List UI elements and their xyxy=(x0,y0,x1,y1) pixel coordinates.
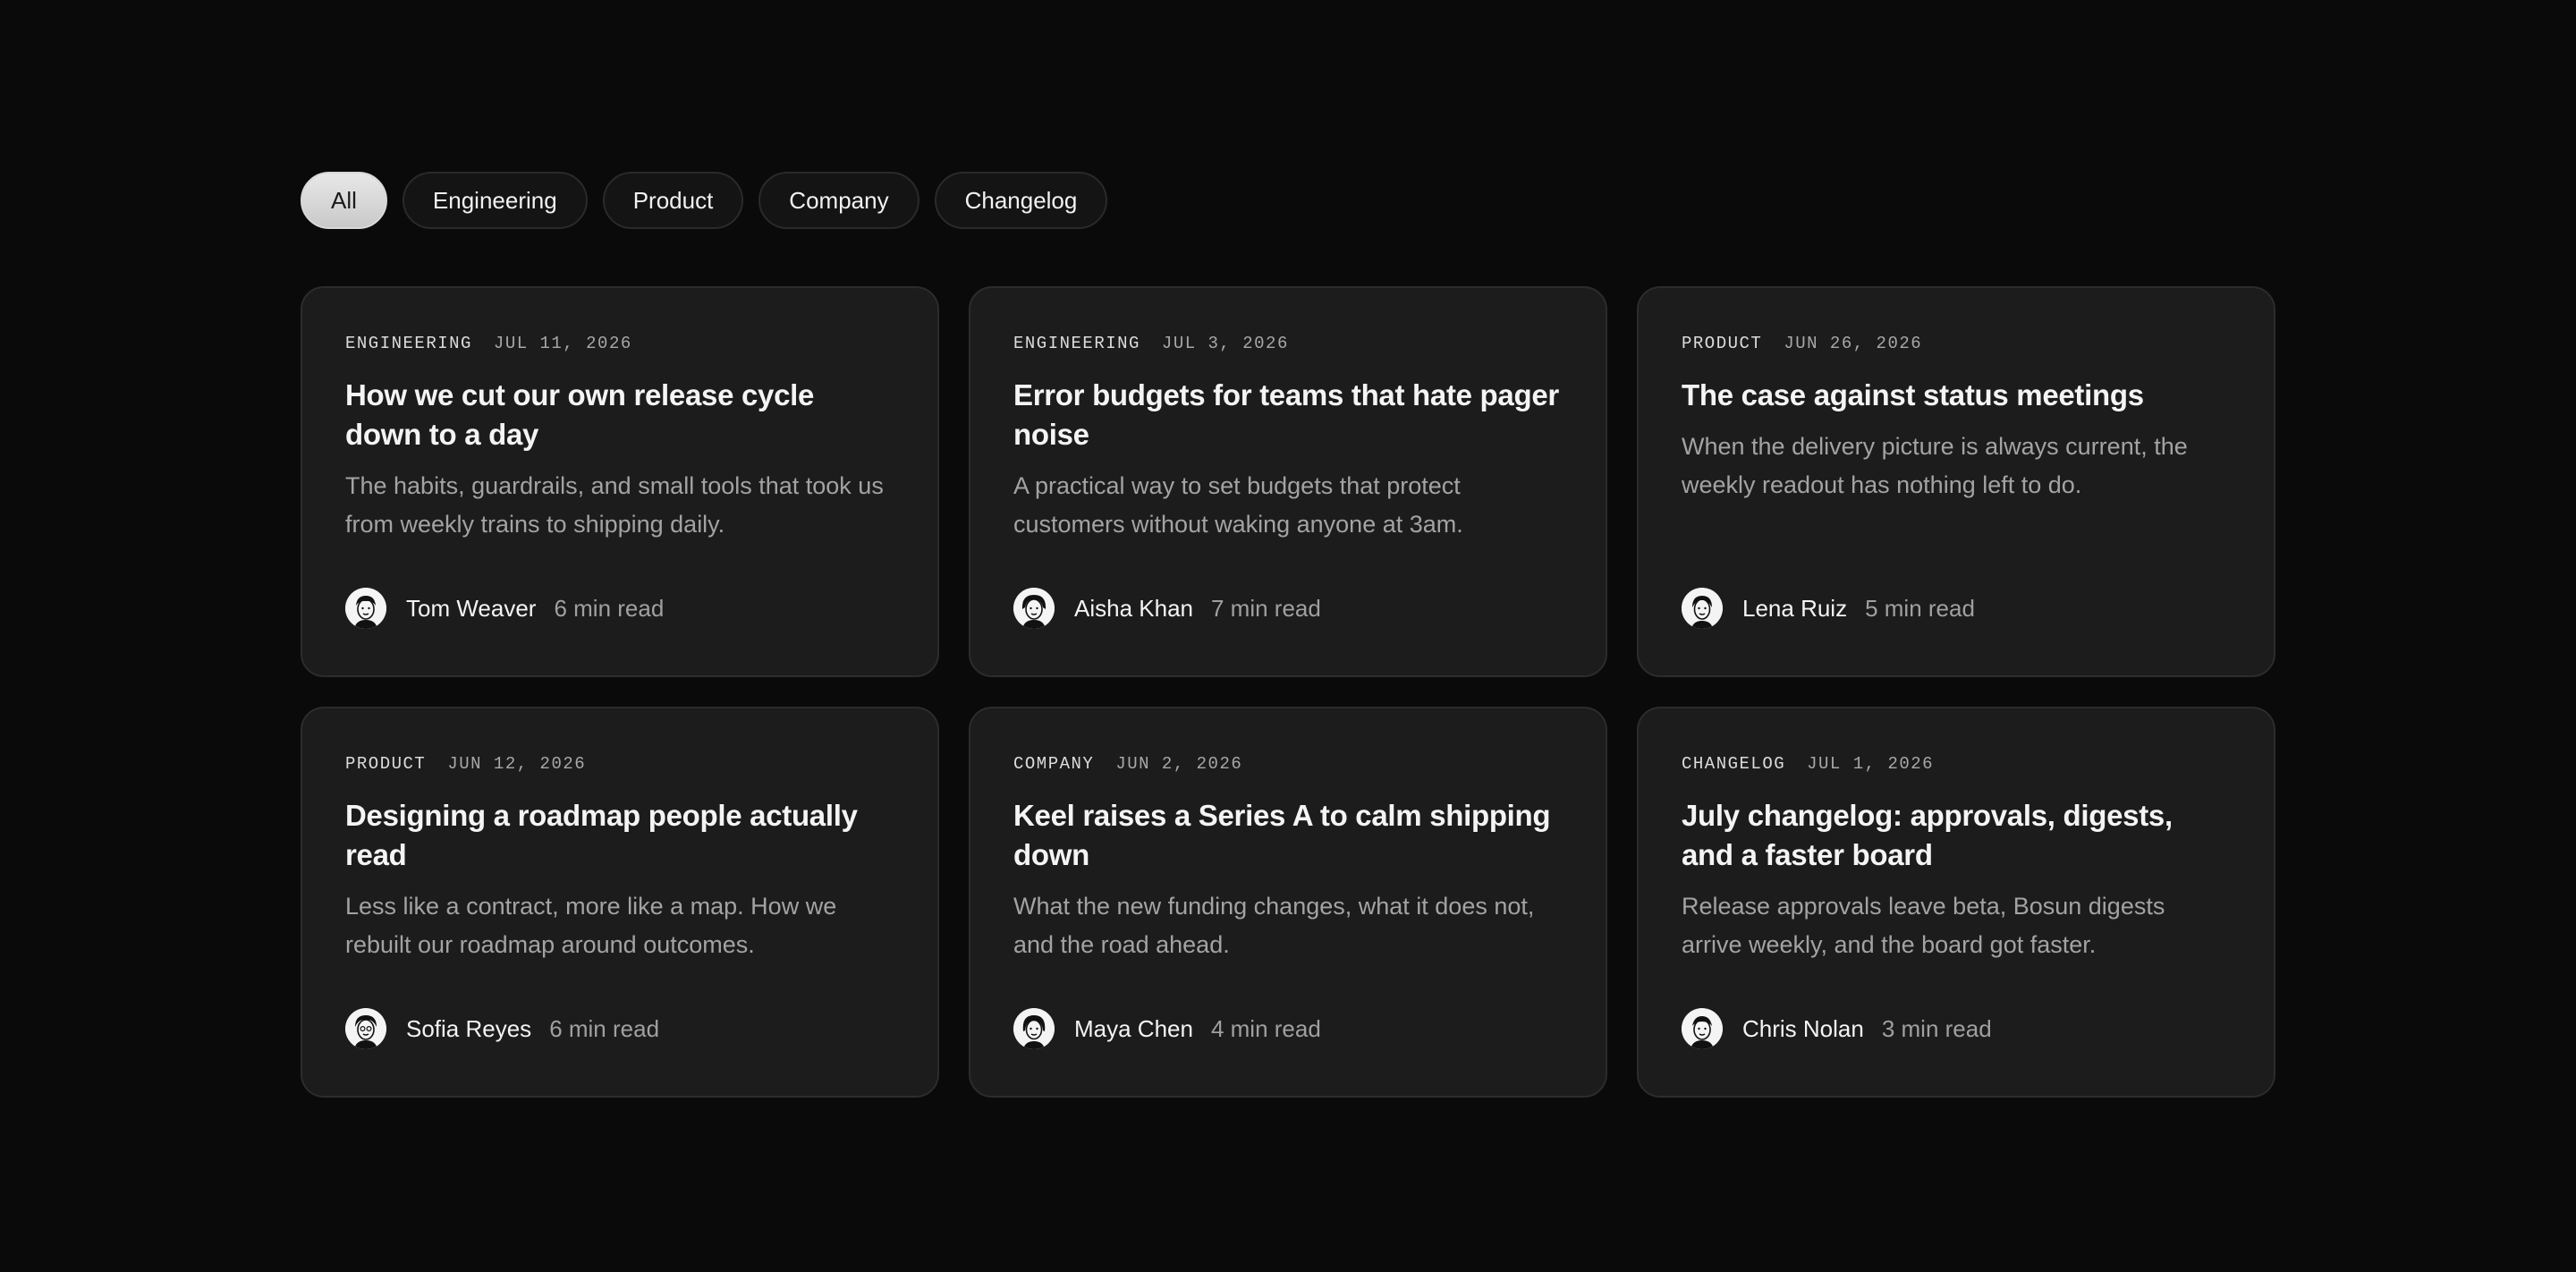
post-excerpt: The habits, guardrails, and small tools … xyxy=(345,472,884,538)
read-time: 6 min read xyxy=(549,1014,660,1042)
post-meta: PRODUCT JUN 26, 2026 xyxy=(1682,333,2231,354)
avatar-illustration-icon xyxy=(1013,588,1055,629)
filter-changelog[interactable]: Changelog xyxy=(934,172,1108,229)
post-title[interactable]: July changelog: approvals, digests, and … xyxy=(1682,796,2231,875)
post-date: JUL 3, 2026 xyxy=(1161,334,1289,353)
category-filter-bar: All Engineering Product Company Changelo… xyxy=(301,172,2275,229)
post-title[interactable]: The case against status meetings xyxy=(1682,376,2231,415)
author-name: Lena Ruiz xyxy=(1742,594,1848,622)
read-time: 6 min read xyxy=(554,594,665,622)
author-name: Tom Weaver xyxy=(406,594,537,622)
read-time: 3 min read xyxy=(1881,1014,1992,1042)
author-name: Sofia Reyes xyxy=(406,1014,532,1042)
post-card[interactable]: COMPANY JUN 2, 2026 Keel raises a Series… xyxy=(969,707,1607,1098)
post-date: JUN 2, 2026 xyxy=(1115,754,1243,774)
post-date: JUN 26, 2026 xyxy=(1784,334,1923,353)
author-name: Chris Nolan xyxy=(1742,1014,1864,1042)
post-meta: COMPANY JUN 2, 2026 xyxy=(1013,753,1563,775)
avatar-illustration-icon xyxy=(1682,588,1723,629)
avatar-illustration-icon xyxy=(345,1008,386,1049)
post-excerpt: What the new funding changes, what it do… xyxy=(1013,893,1535,958)
avatar-illustration-icon xyxy=(1682,1008,1723,1049)
post-date: JUL 11, 2026 xyxy=(493,334,632,353)
author-name: Aisha Khan xyxy=(1074,594,1193,622)
post-excerpt: Less like a contract, more like a map. H… xyxy=(345,893,837,958)
post-meta: PRODUCT JUN 12, 2026 xyxy=(345,753,894,775)
post-excerpt: Release approvals leave beta, Bosun dige… xyxy=(1682,893,2165,958)
post-category: COMPANY xyxy=(1013,754,1095,774)
post-date: JUL 1, 2026 xyxy=(1807,754,1935,774)
post-title[interactable]: How we cut our own release cycle down to… xyxy=(345,376,894,454)
read-time: 7 min read xyxy=(1210,594,1321,622)
post-meta: ENGINEERING JUL 3, 2026 xyxy=(1013,333,1563,354)
post-category: PRODUCT xyxy=(345,754,427,774)
read-time: 4 min read xyxy=(1210,1014,1321,1042)
post-category: ENGINEERING xyxy=(1013,334,1140,353)
author-name: Maya Chen xyxy=(1074,1014,1193,1042)
post-card[interactable]: PRODUCT JUN 12, 2026 Designing a roadmap… xyxy=(301,707,939,1098)
avatar-illustration-icon xyxy=(1013,1008,1055,1049)
post-title[interactable]: Error budgets for teams that hate pager … xyxy=(1013,376,1563,454)
post-author: Chris Nolan 3 min read xyxy=(1682,1008,1992,1049)
post-category: PRODUCT xyxy=(1682,334,1763,353)
read-time: 5 min read xyxy=(1865,594,1975,622)
filter-company[interactable]: Company xyxy=(758,172,919,229)
post-grid: ENGINEERING JUL 11, 2026 How we cut our … xyxy=(301,286,2275,1098)
post-excerpt: When the delivery picture is always curr… xyxy=(1682,433,2188,498)
post-card[interactable]: CHANGELOG JUL 1, 2026 July changelog: ap… xyxy=(1637,707,2275,1098)
post-author: Aisha Khan 7 min read xyxy=(1013,588,1321,629)
post-meta: ENGINEERING JUL 11, 2026 xyxy=(345,333,894,354)
post-author: Tom Weaver 6 min read xyxy=(345,588,664,629)
filter-product[interactable]: Product xyxy=(602,172,744,229)
post-title[interactable]: Keel raises a Series A to calm shipping … xyxy=(1013,796,1563,875)
post-card[interactable]: ENGINEERING JUL 11, 2026 How we cut our … xyxy=(301,286,939,677)
post-author: Sofia Reyes 6 min read xyxy=(345,1008,659,1049)
post-excerpt: A practical way to set budgets that prot… xyxy=(1013,472,1463,538)
blog-index: All Engineering Product Company Changelo… xyxy=(301,172,2275,1098)
post-meta: CHANGELOG JUL 1, 2026 xyxy=(1682,753,2231,775)
post-category: CHANGELOG xyxy=(1682,754,1786,774)
post-card[interactable]: PRODUCT JUN 26, 2026 The case against st… xyxy=(1637,286,2275,677)
filter-engineering[interactable]: Engineering xyxy=(402,172,588,229)
filter-all[interactable]: All xyxy=(301,172,387,229)
post-title[interactable]: Designing a roadmap people actually read xyxy=(345,796,894,875)
post-card[interactable]: ENGINEERING JUL 3, 2026 Error budgets fo… xyxy=(969,286,1607,677)
post-date: JUN 12, 2026 xyxy=(447,754,587,774)
post-author: Maya Chen 4 min read xyxy=(1013,1008,1321,1049)
post-category: ENGINEERING xyxy=(345,334,472,353)
avatar-illustration-icon xyxy=(345,588,386,629)
post-author: Lena Ruiz 5 min read xyxy=(1682,588,1975,629)
